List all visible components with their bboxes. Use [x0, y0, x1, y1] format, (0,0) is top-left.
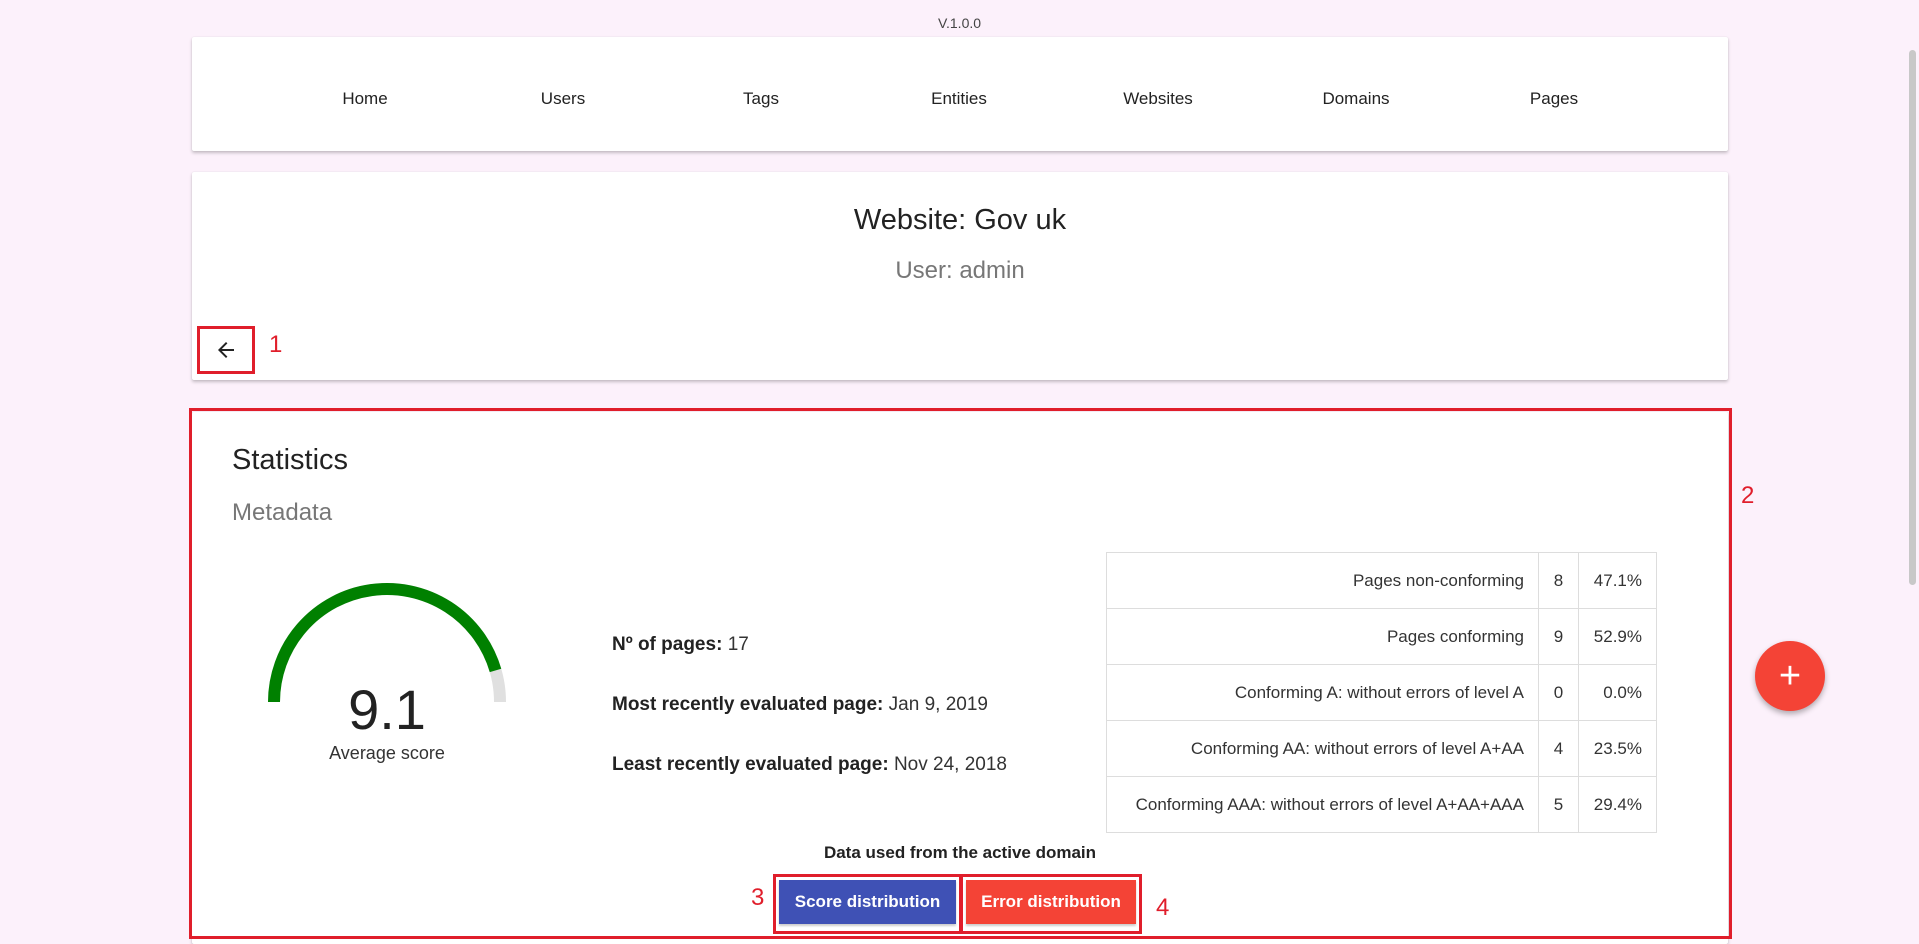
table-row: Conforming AAA: without errors of level … [1106, 776, 1657, 833]
row-label: Pages conforming [1106, 608, 1539, 665]
row-label: Conforming AAA: without errors of level … [1106, 776, 1539, 833]
version-label: V.1.0.0 [937, 15, 982, 31]
error-distribution-button[interactable]: Error distribution [966, 880, 1136, 924]
row-label: Conforming AA: without errors of level A… [1106, 720, 1539, 777]
plus-icon: + [1778, 654, 1802, 697]
most-recent-value: Jan 9, 2019 [888, 694, 988, 715]
row-count: 4 [1538, 720, 1579, 777]
annotation-label-3: 3 [751, 884, 765, 911]
nav-home[interactable]: Home [342, 89, 387, 109]
row-percent: 23.5% [1578, 720, 1657, 777]
nav-tags[interactable]: Tags [743, 89, 779, 109]
row-label: Conforming A: without errors of level A [1106, 664, 1539, 721]
nav-websites[interactable]: Websites [1123, 89, 1193, 109]
least-recent-evaluated: Least recently evaluated page: Nov 24, 2… [612, 754, 1007, 776]
row-count: 9 [1538, 608, 1579, 665]
error-distribution-highlight: Error distribution [960, 874, 1142, 934]
least-recent-value: Nov 24, 2018 [893, 754, 1007, 775]
metadata-subtitle: Metadata [232, 499, 333, 526]
website-header-card: Website: Gov uk User: admin [192, 172, 1728, 380]
row-percent: 29.4% [1578, 776, 1657, 833]
statistics-title: Statistics [232, 444, 349, 476]
pages-count: Nº of pages: 17 [612, 634, 749, 656]
row-count: 0 [1538, 664, 1579, 721]
nav-bar: Home Users Tags Entities Websites Domain… [192, 37, 1728, 151]
average-score-gauge: 9.1 Average score [262, 577, 512, 777]
row-label: Pages non-conforming [1106, 552, 1539, 609]
score-distribution-highlight: Score distribution [773, 874, 962, 934]
nav-domains[interactable]: Domains [1322, 89, 1389, 109]
table-row: Conforming A: without errors of level A … [1106, 664, 1657, 721]
least-recent-label: Least recently evaluated page: [612, 754, 889, 775]
row-count: 8 [1538, 552, 1579, 609]
statistics-card: Statistics Metadata 9.1 Average score Nº… [192, 412, 1728, 944]
nav-users[interactable]: Users [541, 89, 585, 109]
conformance-table: Pages non-conforming 8 47.1% Pages confo… [1106, 552, 1657, 833]
table-row: Conforming AA: without errors of level A… [1106, 720, 1657, 777]
add-fab-button[interactable]: + [1755, 641, 1825, 711]
pages-count-value: 17 [727, 634, 749, 655]
nav-pages[interactable]: Pages [1530, 89, 1578, 109]
back-button[interactable] [197, 326, 255, 374]
most-recent-label: Most recently evaluated page: [612, 694, 884, 715]
row-percent: 47.1% [1578, 552, 1657, 609]
pages-count-label: Nº of pages: [612, 634, 723, 655]
annotation-label-2: 2 [1741, 482, 1755, 509]
annotation-label-4: 4 [1156, 894, 1170, 921]
page-scrollbar[interactable] [1909, 50, 1916, 585]
data-source-note: Data used from the active domain [823, 843, 1097, 862]
arrow-left-icon [218, 342, 234, 358]
average-score-label: Average score [329, 743, 445, 763]
score-distribution-button[interactable]: Score distribution [779, 880, 956, 924]
nav-entities[interactable]: Entities [931, 89, 987, 109]
table-row: Pages non-conforming 8 47.1% [1106, 552, 1657, 609]
table-row: Pages conforming 9 52.9% [1106, 608, 1657, 665]
annotation-label-1: 1 [269, 331, 283, 358]
most-recent-evaluated: Most recently evaluated page: Jan 9, 201… [612, 694, 988, 716]
page-subtitle: User: admin [895, 257, 1025, 284]
row-count: 5 [1538, 776, 1579, 833]
page-title: Website: Gov uk [853, 204, 1067, 236]
row-percent: 0.0% [1578, 664, 1657, 721]
average-score-value: 9.1 [348, 678, 426, 741]
row-percent: 52.9% [1578, 608, 1657, 665]
